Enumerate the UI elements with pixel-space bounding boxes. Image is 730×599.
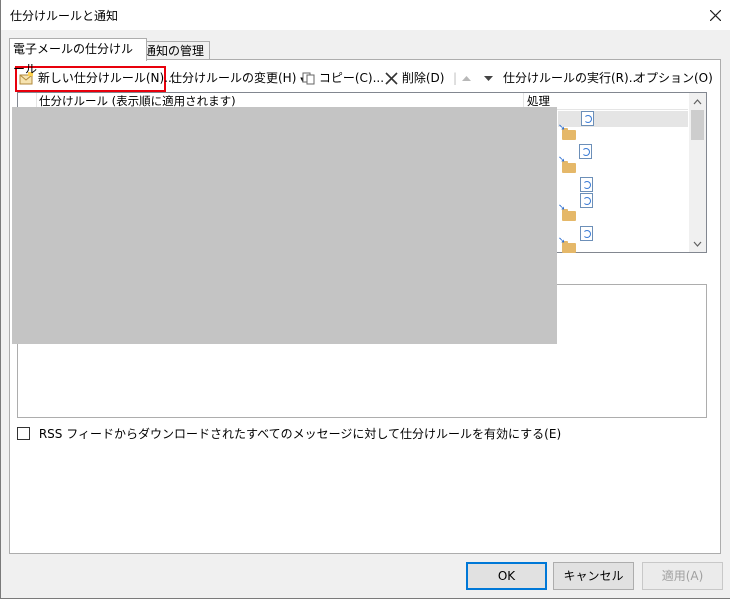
rules-toolbar: 新しい仕分けルール(N)... 仕分けルールの変更(H) ▼ コピー(C)...… xyxy=(14,66,714,90)
move-to-folder-icon xyxy=(580,226,593,241)
move-down-icon xyxy=(484,76,493,81)
delete-icon xyxy=(385,72,398,85)
apply-button[interactable]: 適用(A) xyxy=(642,562,723,590)
change-rule-label: 仕分けルールの変更(H) xyxy=(170,71,297,85)
move-up-icon xyxy=(462,76,471,81)
cancel-button[interactable]: キャンセル xyxy=(553,562,634,590)
chevron-down-icon xyxy=(693,241,702,247)
tab-email-rules[interactable]: 電子メールの仕分けルール xyxy=(9,38,147,76)
rss-rules-checkbox[interactable] xyxy=(17,427,30,440)
arrow-icon: ➘ xyxy=(558,123,566,133)
scroll-thumb[interactable] xyxy=(691,110,704,140)
copy-icon xyxy=(302,72,315,85)
scroll-up-button[interactable] xyxy=(689,93,706,110)
tab-manage-alerts[interactable]: 通知の管理 xyxy=(140,41,210,60)
delete-label: 削除(D) xyxy=(401,71,445,85)
options-button[interactable]: オプション(O) xyxy=(634,66,713,90)
copy-label: コピー(C)... xyxy=(318,71,385,85)
close-button[interactable] xyxy=(700,0,730,30)
move-to-folder-icon xyxy=(580,193,593,208)
delete-button[interactable]: 削除(D) xyxy=(385,66,444,90)
ok-button[interactable]: OK xyxy=(466,562,547,590)
rss-rules-label: RSS フィードからダウンロードされたすべてのメッセージに対して仕分けルールを有… xyxy=(38,427,562,441)
new-rule-label: 新しい仕分けルール(N)... xyxy=(37,71,176,85)
move-down-button[interactable] xyxy=(483,66,494,90)
arrow-icon: ➘ xyxy=(558,203,566,213)
arrow-icon: ➘ xyxy=(558,236,566,246)
copy-button[interactable]: コピー(C)... xyxy=(302,66,384,90)
close-icon xyxy=(709,9,721,21)
separator: | xyxy=(453,71,458,85)
run-rules-button[interactable]: 仕分けルールの実行(R)... xyxy=(503,66,640,90)
rules-list-scrollbar[interactable] xyxy=(689,93,706,252)
new-rule-button[interactable]: 新しい仕分けルール(N)... xyxy=(19,66,176,90)
change-rule-button[interactable]: 仕分けルールの変更(H) ▼ xyxy=(170,66,306,90)
arrow-icon: ➘ xyxy=(558,155,566,165)
selected-row[interactable] xyxy=(558,111,688,127)
rss-rules-option[interactable]: RSS フィードからダウンロードされたすべてのメッセージに対して仕分けルールを有… xyxy=(17,426,561,442)
move-to-folder-icon xyxy=(581,111,594,126)
redacted-area xyxy=(12,107,557,344)
move-up-button[interactable] xyxy=(461,66,472,90)
scroll-down-button[interactable] xyxy=(689,235,706,252)
move-to-folder-icon xyxy=(579,144,592,159)
window-title: 仕分けルールと通知 xyxy=(10,9,119,23)
move-to-folder-icon xyxy=(580,177,593,192)
title-bar: 仕分けルールと通知 xyxy=(1,0,730,30)
chevron-up-icon xyxy=(693,98,702,104)
